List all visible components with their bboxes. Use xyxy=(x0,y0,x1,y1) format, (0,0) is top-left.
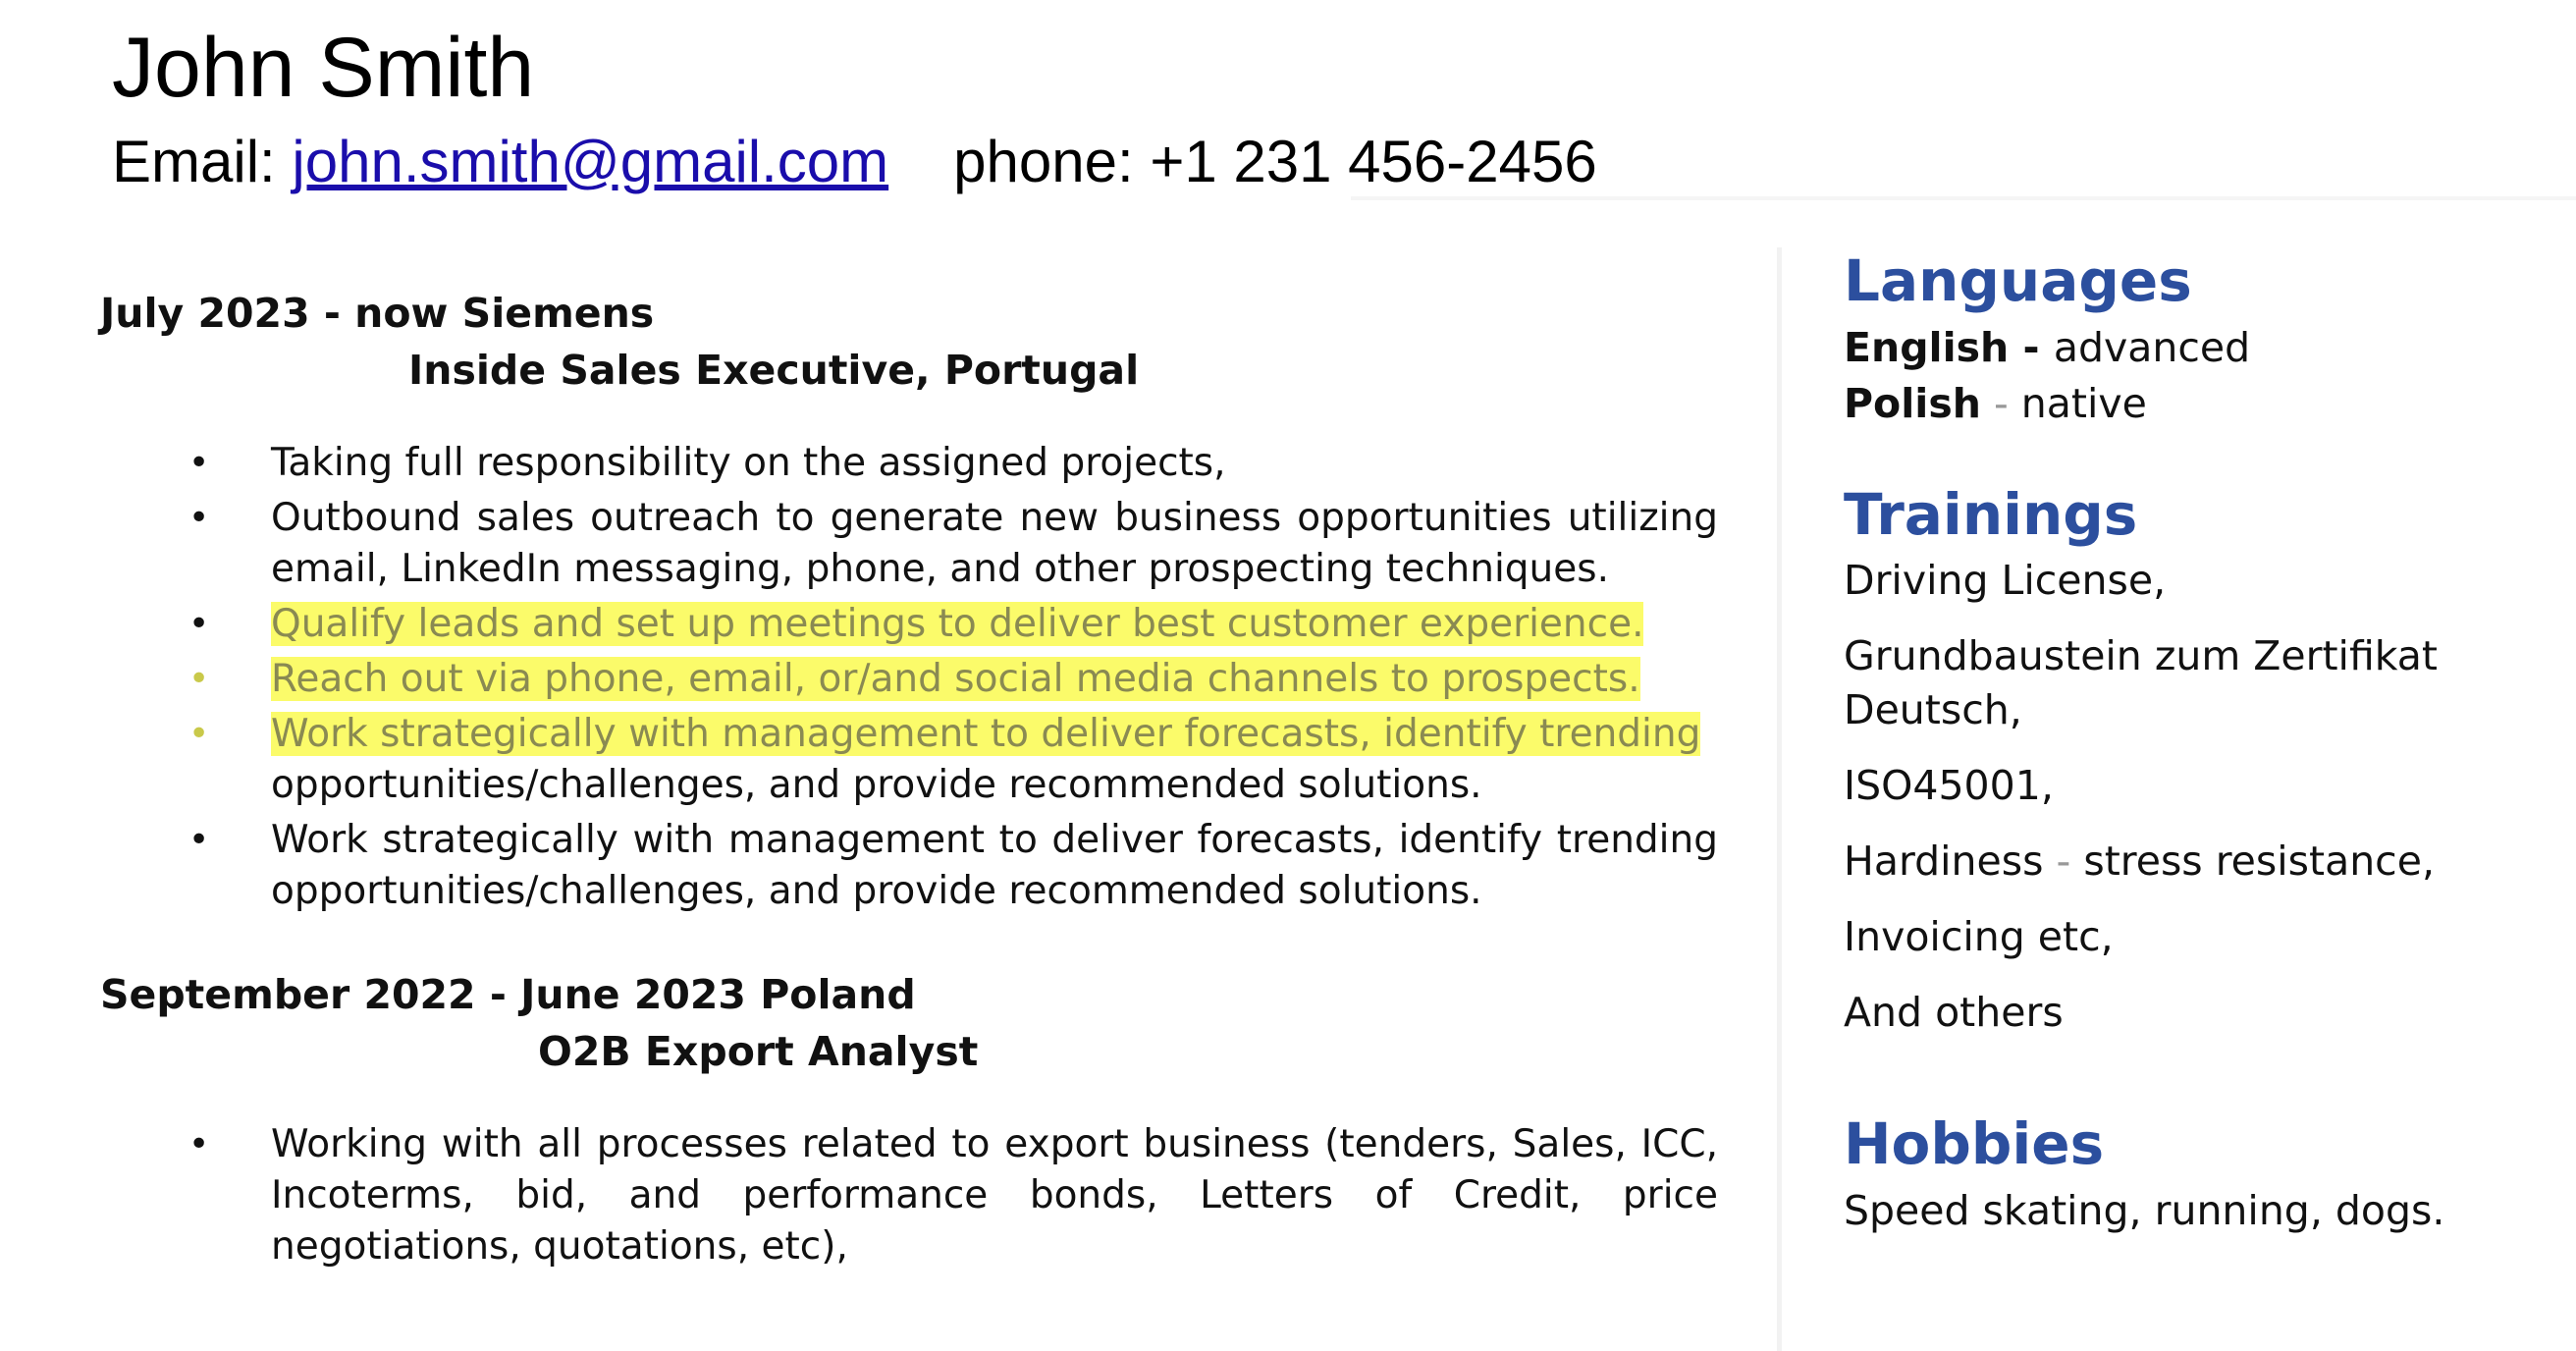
bullet-icon: • xyxy=(188,604,210,644)
job-bullets: • Working with all processes related to e… xyxy=(100,1119,1718,1272)
section-heading-hobbies: Hobbies xyxy=(1844,1110,2105,1177)
list-item: • Working with all processes related to e… xyxy=(100,1119,1718,1272)
job-title: O2B Export Analyst xyxy=(538,1028,979,1075)
training-item: Invoicing etc, xyxy=(1844,913,2114,960)
job-period-company: July 2023 - now Siemens xyxy=(100,290,655,337)
list-item: • Work strategically with management to d… xyxy=(100,815,1718,917)
job-period-company: September 2022 - June 2023 Poland xyxy=(100,971,916,1018)
bullet-icon: • xyxy=(188,1124,210,1164)
section-heading-languages: Languages xyxy=(1844,247,2192,314)
job-bullets: • Taking full responsibility on the assig… xyxy=(100,438,1718,917)
sidebar-column: Languages English - advanced Polish - na… xyxy=(1844,242,2550,1239)
bullet-icon: • xyxy=(188,659,210,699)
list-item-highlighted: • Reach out via phone, email, or/and soci… xyxy=(100,654,1718,705)
bullet-icon: • xyxy=(188,498,210,538)
hobbies-text: Speed skating, running, dogs. xyxy=(1844,1187,2445,1234)
bullet-icon: • xyxy=(188,714,210,754)
job-title: Inside Sales Executive, Portugal xyxy=(408,347,1140,394)
experience-column: July 2023 - now Siemens Inside Sales Exe… xyxy=(100,285,1718,1276)
email-link[interactable]: john.smith@gmail.com xyxy=(292,129,888,194)
email-label: Email: xyxy=(112,129,293,194)
training-item: And others xyxy=(1844,989,2064,1036)
training-item: ISO45001, xyxy=(1844,762,2054,809)
training-item: Driving License, xyxy=(1844,557,2167,604)
job-entry: September 2022 - June 2023 Poland O2B Ex… xyxy=(100,966,1718,1272)
training-item: Hardiness - stress resistance, xyxy=(1844,838,2435,885)
job-entry: July 2023 - now Siemens Inside Sales Exe… xyxy=(100,285,1718,917)
training-item: Grundbaustein zum Zertifikat Deutsch, xyxy=(1844,632,2438,733)
phone-text: phone: +1 231 456-2456 xyxy=(953,129,1597,194)
cv-header: John Smith Email: john.smith@gmail.com ph… xyxy=(112,14,1597,206)
list-item-highlighted: • Qualify leads and set up meetings to de… xyxy=(100,599,1718,650)
list-item-highlighted: • Work strategically with management to d… xyxy=(100,709,1718,811)
top-divider xyxy=(1351,196,2576,200)
bullet-icon: • xyxy=(188,443,210,483)
column-divider xyxy=(1777,247,1782,1351)
bullet-icon: • xyxy=(188,820,210,860)
candidate-name: John Smith xyxy=(112,21,535,115)
language-entry: Polish - native xyxy=(1844,380,2147,427)
list-item: • Outbound sales outreach to generate new… xyxy=(100,493,1718,595)
language-entry: English - advanced xyxy=(1844,324,2251,371)
contact-line: Email: john.smith@gmail.com phone: +1 231… xyxy=(112,118,1597,206)
section-heading-trainings: Trainings xyxy=(1844,481,2138,548)
list-item: • Taking full responsibility on the assig… xyxy=(100,438,1718,489)
